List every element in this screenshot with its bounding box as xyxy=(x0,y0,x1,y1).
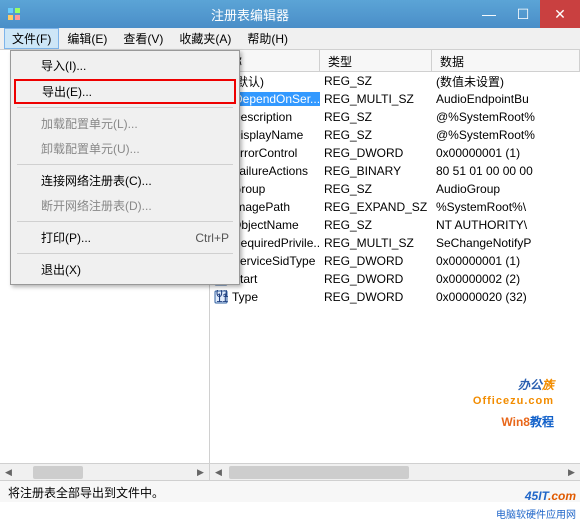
value-name: ServiceSidType xyxy=(232,254,315,268)
value-data: 0x00000002 (2) xyxy=(432,272,580,286)
value-row[interactable]: 011110ErrorControlREG_DWORD0x00000001 (1… xyxy=(210,144,580,162)
value-data: SeChangeNotifyP xyxy=(432,236,580,250)
menu-print[interactable]: 打印(P)...Ctrl+P xyxy=(13,225,237,250)
value-data: (数值未设置) xyxy=(432,73,580,90)
menu-view[interactable]: 查看(V) xyxy=(115,28,171,49)
menu-edit[interactable]: 编辑(E) xyxy=(59,28,115,49)
value-type: REG_MULTI_SZ xyxy=(320,92,432,106)
value-name: RequiredPrivile... xyxy=(232,236,320,250)
value-name: Type xyxy=(232,290,258,304)
file-dropdown: 导入(I)... 导出(E)... 加载配置单元(L)... 卸载配置单元(U)… xyxy=(10,50,240,285)
value-row[interactable]: ab(默认)REG_SZ(数值未设置) xyxy=(210,72,580,90)
value-data: NT AUTHORITY\ xyxy=(432,218,580,232)
value-row[interactable]: abDescriptionREG_SZ@%SystemRoot% xyxy=(210,108,580,126)
value-type: REG_MULTI_SZ xyxy=(320,236,432,250)
close-button[interactable]: ✕ xyxy=(540,0,580,28)
menu-load-hive[interactable]: 加载配置单元(L)... xyxy=(13,111,237,136)
value-type: REG_DWORD xyxy=(320,272,432,286)
value-row[interactable]: abDisplayNameREG_SZ@%SystemRoot% xyxy=(210,126,580,144)
menu-connect-network[interactable]: 连接网络注册表(C)... xyxy=(13,168,237,193)
separator xyxy=(17,164,233,165)
value-type: REG_DWORD xyxy=(320,290,432,304)
value-row[interactable]: abImagePathREG_EXPAND_SZ%SystemRoot%\ xyxy=(210,198,580,216)
value-type: REG_SZ xyxy=(320,182,432,196)
value-data: @%SystemRoot% xyxy=(432,128,580,142)
maximize-button[interactable]: ☐ xyxy=(506,0,540,28)
statusbar: 将注册表全部导出到文件中。 xyxy=(0,480,580,502)
value-row[interactable]: 011110 Type REG_DWORD0x00000020 (32) xyxy=(210,288,580,306)
value-data: 0x00000020 (32) xyxy=(432,290,580,304)
value-name: FailureActions xyxy=(232,164,308,178)
value-data: @%SystemRoot% xyxy=(432,110,580,124)
value-type: REG_SZ xyxy=(320,110,432,124)
value-row[interactable]: 011110ServiceSidTypeREG_DWORD0x00000001 … xyxy=(210,252,580,270)
value-type: REG_SZ xyxy=(320,128,432,142)
col-type[interactable]: 类型 xyxy=(320,50,432,71)
col-data[interactable]: 数据 xyxy=(432,50,580,71)
menu-exit[interactable]: 退出(X) xyxy=(13,257,237,282)
menu-disconnect-network[interactable]: 断开网络注册表(D)... xyxy=(13,193,237,218)
window-title: 注册表编辑器 xyxy=(28,5,472,24)
value-type: REG_DWORD xyxy=(320,254,432,268)
value-type: REG_DWORD xyxy=(320,146,432,160)
column-headers: 名称 类型 数据 xyxy=(210,50,580,72)
values-hscrollbar[interactable]: ◀▶ xyxy=(210,463,580,480)
titlebar: 注册表编辑器 — ☐ ✕ xyxy=(0,0,580,28)
value-name: Description xyxy=(232,110,292,124)
value-type: REG_SZ xyxy=(320,218,432,232)
menu-favorites[interactable]: 收藏夹(A) xyxy=(171,28,239,49)
value-row[interactable]: 011110DependOnSer...REG_MULTI_SZAudioEnd… xyxy=(210,90,580,108)
value-row[interactable]: abObjectNameREG_SZNT AUTHORITY\ xyxy=(210,216,580,234)
value-row[interactable]: 011110RequiredPrivile...REG_MULTI_SZSeCh… xyxy=(210,234,580,252)
menu-help[interactable]: 帮助(H) xyxy=(239,28,296,49)
menu-unload-hive[interactable]: 卸载配置单元(U)... xyxy=(13,136,237,161)
minimize-button[interactable]: — xyxy=(472,0,506,28)
watermark-officezu: 办公族 Officezu.com Win8教程 xyxy=(473,369,554,431)
value-name: DisplayName xyxy=(232,128,303,142)
value-row[interactable]: 011110FailureActionsREG_BINARY80 51 01 0… xyxy=(210,162,580,180)
value-data: 80 51 01 00 00 00 xyxy=(432,164,580,178)
value-type: REG_BINARY xyxy=(320,164,432,178)
menubar: 文件(F) 编辑(E) 查看(V) 收藏夹(A) 帮助(H) xyxy=(0,28,580,50)
value-data: %SystemRoot%\ xyxy=(432,200,580,214)
value-type: REG_EXPAND_SZ xyxy=(320,200,432,214)
menu-import[interactable]: 导入(I)... xyxy=(13,53,237,78)
separator xyxy=(17,253,233,254)
value-type: REG_SZ xyxy=(320,74,432,88)
value-data: AudioEndpointBu xyxy=(432,92,580,106)
value-icon: 011110 xyxy=(214,290,228,304)
value-data: 0x00000001 (1) xyxy=(432,254,580,268)
app-icon xyxy=(6,6,22,22)
value-name: DependOnSer... xyxy=(232,92,320,106)
value-name: ErrorControl xyxy=(232,146,297,160)
value-row[interactable]: abGroupREG_SZAudioGroup xyxy=(210,180,580,198)
menu-file[interactable]: 文件(F) xyxy=(4,28,59,49)
tree-hscrollbar[interactable]: ◀▶ xyxy=(0,463,209,480)
separator xyxy=(17,107,233,108)
value-name: ImagePath xyxy=(232,200,290,214)
value-row[interactable]: 011110StartREG_DWORD0x00000002 (2) xyxy=(210,270,580,288)
svg-text:110: 110 xyxy=(216,291,228,304)
watermark-45it: 45IT.com 电脑软硬件应用网 xyxy=(496,483,576,521)
value-data: AudioGroup xyxy=(432,182,580,196)
value-data: 0x00000001 (1) xyxy=(432,146,580,160)
menu-export[interactable]: 导出(E)... xyxy=(14,79,236,104)
separator xyxy=(17,221,233,222)
value-name: ObjectName xyxy=(232,218,299,232)
